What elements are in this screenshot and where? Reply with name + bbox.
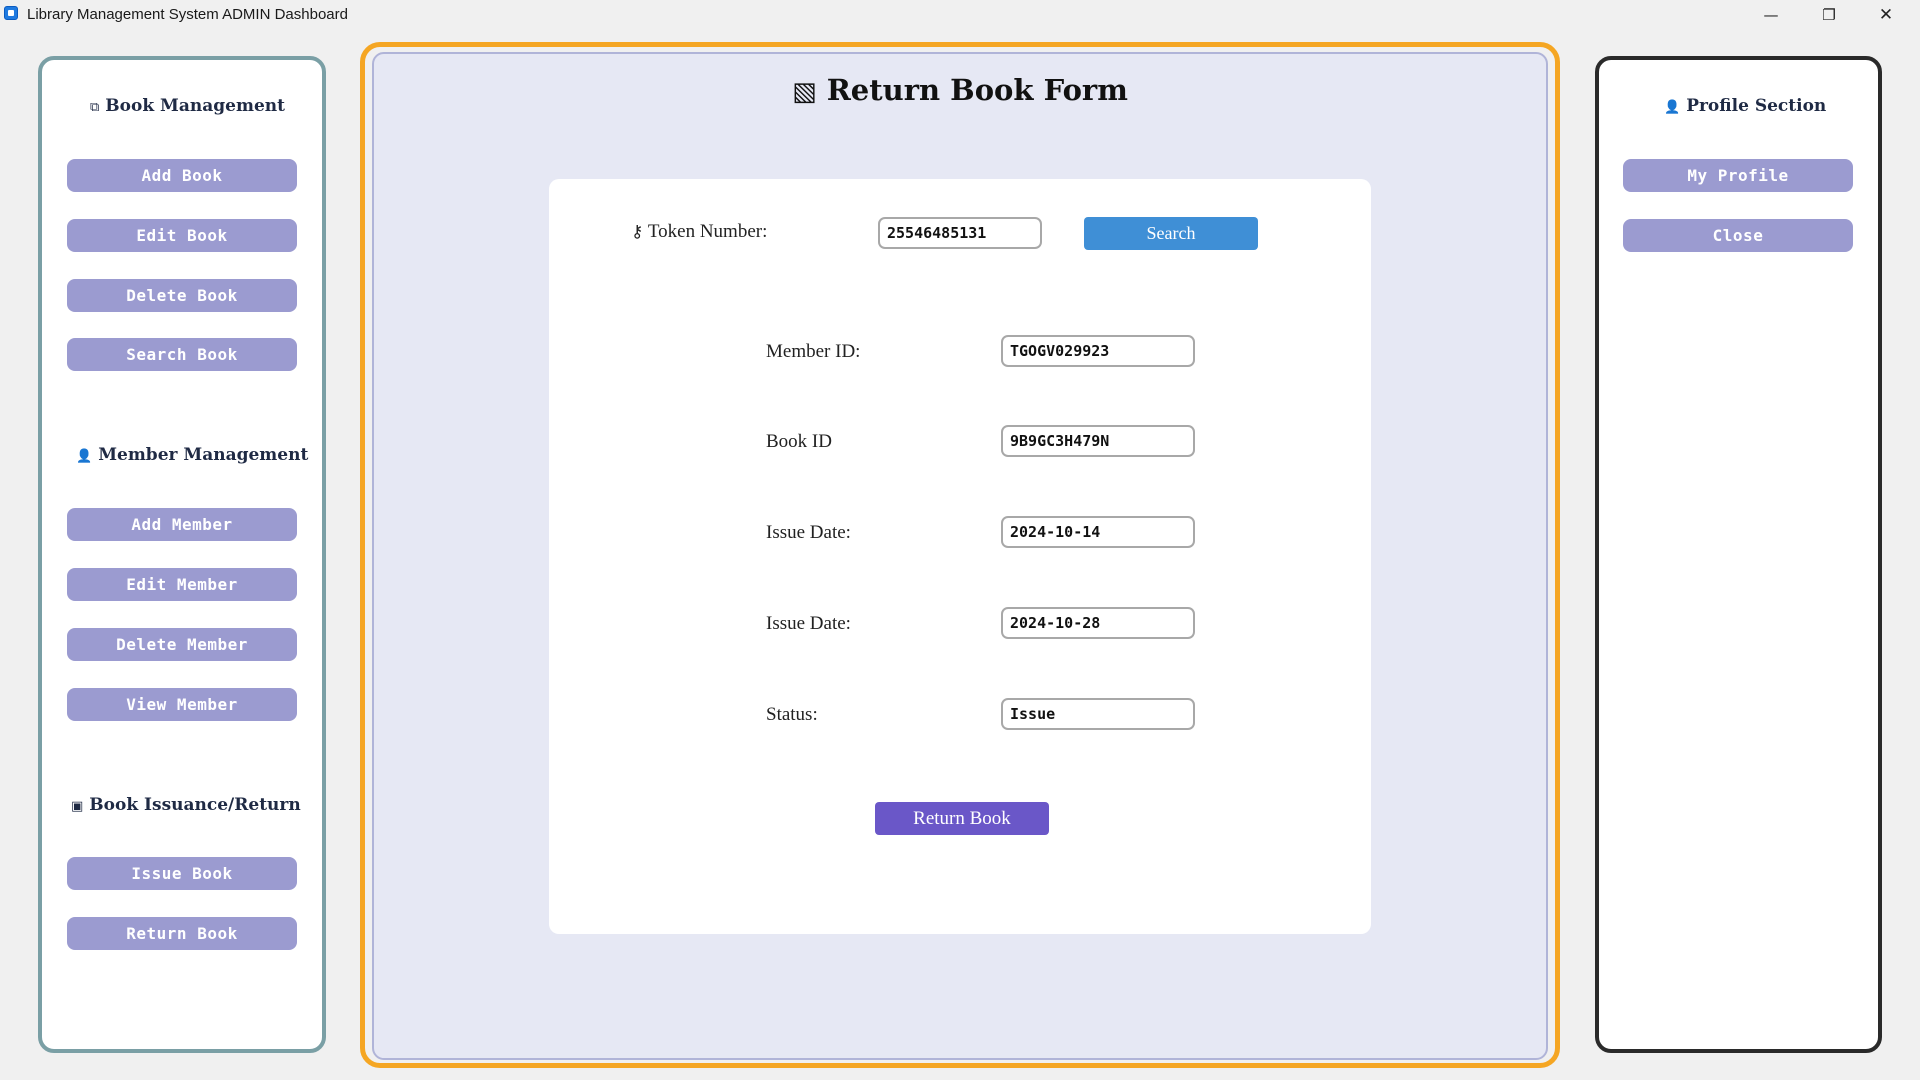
my-profile-button[interactable]: My Profile xyxy=(1623,159,1853,192)
issuance-heading: ▣ Book Issuance/Return xyxy=(71,795,321,815)
member-id-label: Member ID: xyxy=(766,341,861,362)
delete-member-button[interactable]: Delete Member xyxy=(67,628,297,661)
profile-heading: 👤 Profile Section xyxy=(1664,96,1864,116)
second-issue-date-field[interactable]: 2024-10-28 xyxy=(1001,607,1195,639)
minimize-button[interactable]: — xyxy=(1748,0,1794,29)
edit-member-button[interactable]: Edit Member xyxy=(67,568,297,601)
title-bar: Library Management System ADMIN Dashboar… xyxy=(0,0,1920,29)
issue-date-label: Issue Date: xyxy=(766,522,851,543)
profile-panel xyxy=(1595,56,1882,1053)
status-field[interactable]: Issue xyxy=(1001,698,1195,730)
profile-title: Profile Section xyxy=(1686,96,1827,116)
member-id-field[interactable]: TGOGV029923 xyxy=(1001,335,1195,367)
member-management-heading: 👤 Member Management xyxy=(76,445,316,465)
window-title: Library Management System ADMIN Dashboar… xyxy=(27,6,348,23)
token-label-text: Token Number: xyxy=(647,221,768,242)
close-window-button[interactable]: ✕ xyxy=(1863,0,1909,29)
notebook-icon: ▧ xyxy=(792,77,817,107)
issue-book-button[interactable]: Issue Book xyxy=(67,857,297,890)
search-book-button[interactable]: Search Book xyxy=(67,338,297,371)
second-issue-date-label: Issue Date: xyxy=(766,613,851,634)
search-button[interactable]: Search xyxy=(1084,217,1258,250)
left-sidebar xyxy=(38,56,326,1053)
token-label: ⚷ Token Number: xyxy=(631,221,767,243)
app-icon xyxy=(4,6,18,20)
edit-book-button[interactable]: Edit Book xyxy=(67,219,297,252)
ledger-icon: ▣ xyxy=(71,799,84,814)
close-button[interactable]: Close xyxy=(1623,219,1853,252)
issue-date-field[interactable]: 2024-10-14 xyxy=(1001,516,1195,548)
status-label: Status: xyxy=(766,704,818,725)
person-icon: 👤 xyxy=(1664,100,1681,115)
delete-book-button[interactable]: Delete Book xyxy=(67,279,297,312)
issuance-title: Book Issuance/Return xyxy=(89,795,301,815)
token-number-input[interactable]: 25546485131 xyxy=(878,217,1042,249)
member-management-title: Member Management xyxy=(98,445,309,465)
person-icon: 👤 xyxy=(76,449,93,464)
return-book-button[interactable]: Return Book xyxy=(875,802,1049,835)
page-title-text: Return Book Form xyxy=(826,73,1128,107)
key-icon: ⚷ xyxy=(631,222,644,242)
return-book-nav-button[interactable]: Return Book xyxy=(67,917,297,950)
add-member-button[interactable]: Add Member xyxy=(67,508,297,541)
book-id-label: Book ID xyxy=(766,431,832,452)
add-book-button[interactable]: Add Book xyxy=(67,159,297,192)
book-id-field[interactable]: 9B9GC3H479N xyxy=(1001,425,1195,457)
view-member-button[interactable]: View Member xyxy=(67,688,297,721)
maximize-button[interactable]: ❐ xyxy=(1806,0,1852,29)
